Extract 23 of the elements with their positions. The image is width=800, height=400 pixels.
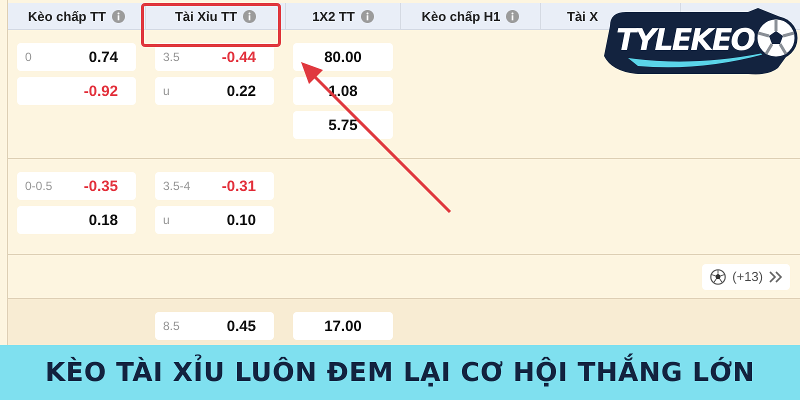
soccer-ball-icon — [710, 268, 726, 284]
column-title: 1X2 TT — [312, 8, 355, 24]
odds-cell[interactable]: 80.00 — [293, 43, 393, 71]
info-icon[interactable] — [506, 10, 520, 22]
odds-cell[interactable]: 0.18 — [17, 206, 136, 234]
odds-cell[interactable]: -0.92 — [17, 77, 136, 105]
odds-cell[interactable]: 3.5-4 -0.31 — [155, 172, 274, 200]
column-title: Kèo chấp TT — [28, 8, 106, 24]
odds-cell[interactable]: u 0.10 — [155, 206, 274, 234]
more-markets-button[interactable]: (+13) — [702, 264, 790, 290]
odds-cell[interactable]: 17.00 — [293, 312, 393, 340]
odds-cell[interactable]: 0 0.74 — [17, 43, 136, 71]
odds-cell[interactable]: 5.75 — [293, 111, 393, 139]
column-title: Tài X — [567, 8, 598, 24]
odds-cell[interactable]: 0-0.5 -0.35 — [17, 172, 136, 200]
column-title: Kèo chấp H1 — [422, 8, 500, 24]
info-icon[interactable] — [243, 10, 256, 22]
odds-cell[interactable]: 8.5 0.45 — [155, 312, 274, 340]
info-icon[interactable] — [360, 10, 374, 22]
info-icon[interactable] — [112, 10, 125, 22]
odds-cell[interactable]: u 0.22 — [155, 77, 274, 105]
column-title: Tài Xỉu TT — [174, 8, 238, 24]
double-chevron-icon — [769, 270, 782, 282]
